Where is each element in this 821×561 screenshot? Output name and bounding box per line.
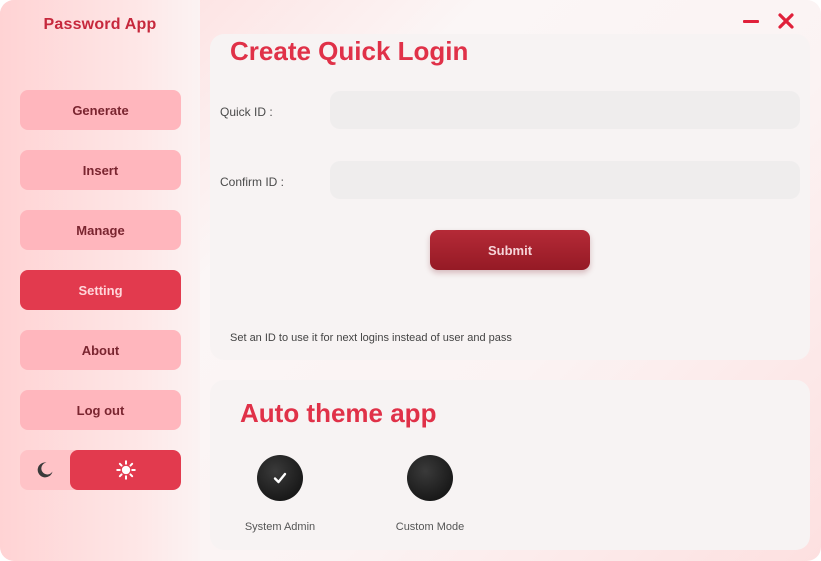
sidebar: Password App Generate Insert Manage Sett… — [0, 0, 200, 561]
sidebar-item-label: Log out — [76, 402, 125, 418]
theme-option-label: System Admin — [244, 521, 316, 533]
theme-radio-custom[interactable] — [407, 455, 453, 501]
quick-id-input[interactable] — [330, 91, 800, 129]
close-button[interactable] — [773, 8, 799, 34]
sidebar-item-manage[interactable]: Manage — [20, 210, 181, 250]
close-icon — [778, 13, 794, 29]
moon-icon — [37, 462, 53, 478]
light-mode-button[interactable] — [70, 450, 181, 490]
sidebar-item-insert[interactable]: Insert — [20, 150, 181, 190]
confirm-id-input[interactable] — [330, 161, 800, 199]
sidebar-item-about[interactable]: About — [20, 330, 181, 370]
quick-login-card: Create Quick Login Quick ID : Confirm ID… — [210, 34, 810, 360]
auto-theme-card: Auto theme app System Admin Custom Mode — [210, 380, 810, 550]
sidebar-item-label: Setting — [78, 282, 123, 298]
sidebar-item-label: Insert — [82, 162, 119, 178]
sidebar-item-generate[interactable]: Generate — [20, 90, 181, 130]
minimize-button[interactable] — [738, 8, 764, 34]
minimize-icon — [743, 20, 759, 23]
auto-theme-title: Auto theme app — [240, 398, 437, 428]
theme-radio-system[interactable] — [257, 455, 303, 501]
app-title: Password App — [43, 16, 157, 33]
theme-toggle — [20, 450, 181, 490]
sidebar-item-label: Manage — [76, 222, 125, 238]
sidebar-item-label: Generate — [72, 102, 129, 118]
quick-login-hint: Set an ID to use it for next logins inst… — [230, 332, 512, 344]
checkmark-icon — [273, 472, 287, 484]
app-window: Password App Generate Insert Manage Sett… — [0, 0, 821, 561]
sun-icon — [115, 460, 136, 480]
submit-button[interactable]: Submit — [430, 230, 590, 270]
confirm-id-label: Confirm ID : — [220, 175, 285, 189]
quick-id-label: Quick ID : — [220, 105, 273, 119]
dark-mode-button[interactable] — [20, 450, 70, 490]
sidebar-item-setting[interactable]: Setting — [20, 270, 181, 310]
quick-login-title: Create Quick Login — [230, 36, 469, 66]
sidebar-item-label: About — [81, 342, 120, 358]
theme-option-label: Custom Mode — [395, 521, 465, 533]
sidebar-item-logout[interactable]: Log out — [20, 390, 181, 430]
